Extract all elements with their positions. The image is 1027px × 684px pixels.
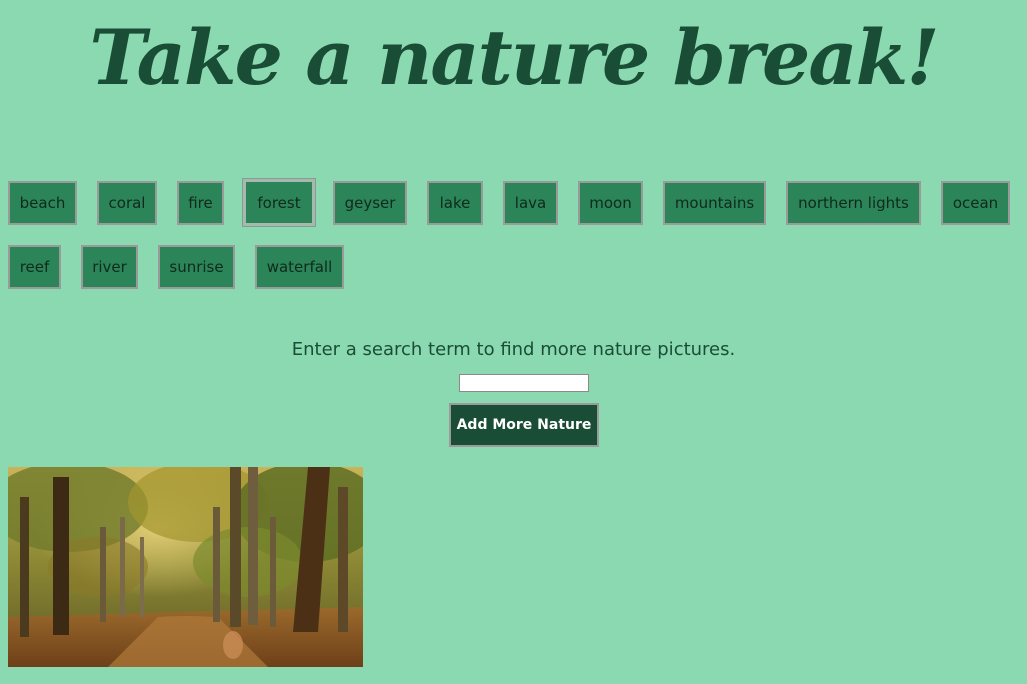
topic-button-geyser[interactable]: geyser	[333, 181, 407, 225]
search-prompt: Enter a search term to find more nature …	[291, 339, 736, 360]
search-input[interactable]	[459, 374, 589, 392]
topic-button-reef[interactable]: reef	[8, 245, 61, 289]
topic-button-waterfall[interactable]: waterfall	[255, 245, 344, 289]
topic-button-coral[interactable]: coral	[97, 181, 157, 225]
topic-button-moon[interactable]: moon	[578, 181, 643, 225]
add-more-nature-button[interactable]: Add More Nature	[449, 403, 599, 447]
topic-button-lake[interactable]: lake	[427, 181, 483, 225]
topic-button-mountains[interactable]: mountains	[663, 181, 766, 225]
topic-button-forest[interactable]: forest	[242, 178, 316, 227]
topic-button-sunrise[interactable]: sunrise	[158, 245, 235, 289]
topic-button-ocean[interactable]: ocean	[941, 181, 1010, 225]
topic-button-northern-lights[interactable]: northern lights	[786, 181, 921, 225]
topic-button-lava[interactable]: lava	[503, 181, 558, 225]
topic-button-river[interactable]: river	[81, 245, 138, 289]
topic-button-beach[interactable]: beach	[8, 181, 77, 225]
forest-photo	[8, 467, 363, 667]
topic-buttons: beach coral fire forest geyser lake lava…	[0, 0, 1027, 300]
topic-button-fire[interactable]: fire	[177, 181, 224, 225]
